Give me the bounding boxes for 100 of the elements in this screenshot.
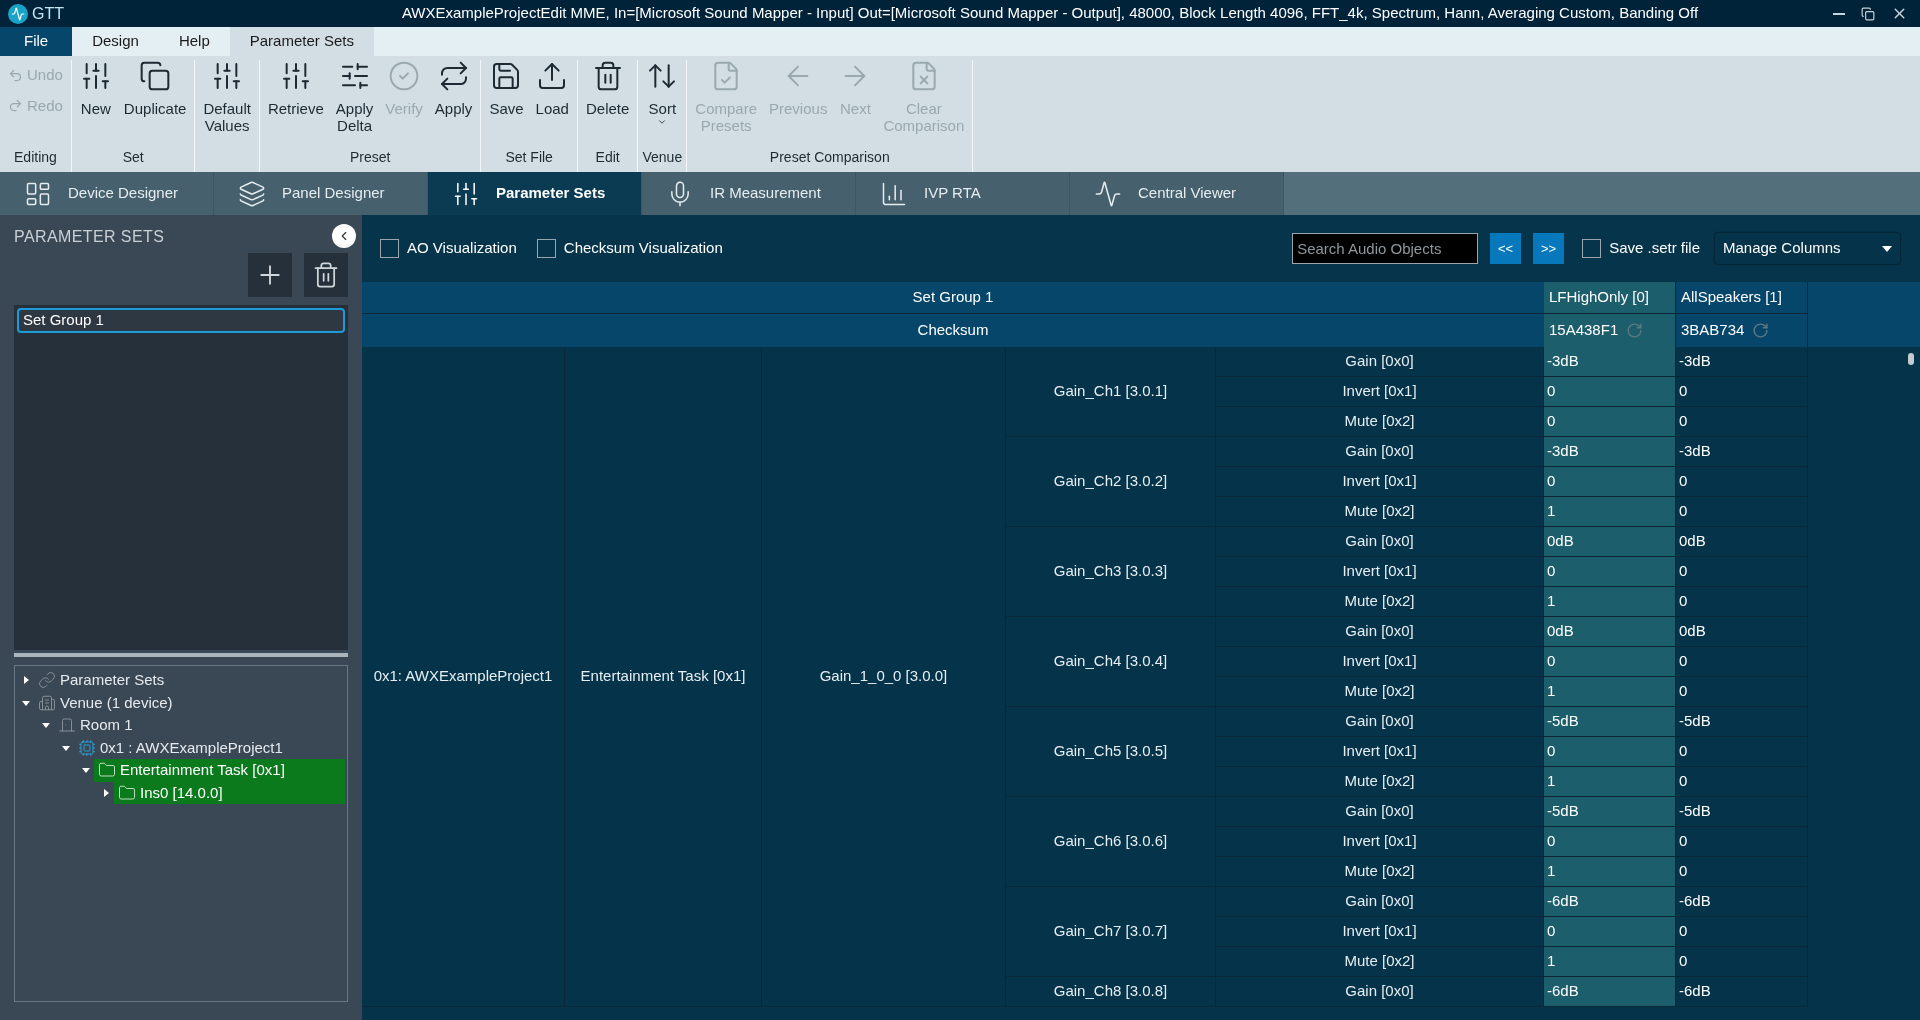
module-tab[interactable]: Panel Designer (214, 172, 428, 215)
table-cell[interactable]: -3dB (1547, 350, 1579, 373)
checkbox[interactable] (380, 239, 399, 258)
menu-tab[interactable]: File (0, 27, 73, 56)
columns-dropdown[interactable]: Manage Columns (1715, 233, 1900, 264)
table-cell[interactable]: 1 (1547, 680, 1556, 703)
table-cell[interactable]: 0 (1679, 860, 1688, 883)
module-tab[interactable]: IR Measurement (642, 172, 856, 215)
nav-button[interactable]: >> (1533, 233, 1565, 264)
tree-item[interactable]: Parameter Sets (34, 669, 345, 692)
table-cell[interactable]: 1 (1547, 590, 1556, 613)
nav-button[interactable]: << (1490, 233, 1522, 264)
table-cell[interactable]: 0 (1547, 380, 1556, 403)
checkbox[interactable] (1582, 239, 1602, 258)
restore-icon (1861, 6, 1875, 21)
table-cell[interactable]: -6dB (1547, 980, 1579, 1003)
layers-icon (238, 179, 266, 208)
table-cell[interactable]: 0 (1679, 500, 1688, 523)
add-button[interactable] (248, 253, 292, 297)
table-cell[interactable]: 0 (1679, 410, 1688, 433)
table-cell[interactable]: 0 (1679, 590, 1688, 613)
table-cell[interactable]: 0 (1547, 740, 1556, 763)
table-cell-text: Mute [0x2] (1344, 951, 1415, 972)
menu-tab[interactable]: Help (158, 27, 230, 56)
table-cell[interactable]: 0 (1547, 650, 1556, 673)
module-tab[interactable]: IVP RTA (856, 172, 1070, 215)
ribbon-group-label: Editing (13, 148, 58, 167)
column-header[interactable]: AllSpeakers [1] (1676, 282, 1808, 314)
table-cell[interactable]: 0 (1679, 380, 1688, 403)
table-cell[interactable]: -5dB (1547, 800, 1579, 823)
table-cell[interactable]: 0 (1679, 560, 1688, 583)
table-cell[interactable]: 0dB (1547, 530, 1574, 553)
table-cell[interactable]: -5dB (1679, 800, 1711, 823)
delete-button[interactable] (304, 253, 348, 297)
table-cell[interactable]: -6dB (1679, 890, 1711, 913)
table-cell[interactable]: 0dB (1547, 620, 1574, 643)
table-cell[interactable]: 0 (1679, 470, 1688, 493)
app-name: GTT (32, 3, 64, 24)
app-logo-icon (8, 3, 28, 24)
table-cell[interactable]: 0 (1679, 770, 1688, 793)
table-cell[interactable]: 0 (1679, 950, 1688, 973)
table-cell[interactable]: 0 (1547, 470, 1556, 493)
ribbon-button[interactable]: Duplicate (119, 60, 191, 147)
table-cell[interactable]: 1 (1547, 500, 1556, 523)
table-cell[interactable]: -3dB (1679, 440, 1711, 463)
tree-item[interactable]: 0x1 : AWXExampleProject1 (74, 736, 345, 759)
table-cell[interactable]: 0dB (1679, 530, 1706, 553)
undo-icon (8, 67, 23, 83)
module-tab[interactable]: Parameter Sets (428, 172, 642, 215)
table-cell[interactable]: -3dB (1679, 350, 1711, 373)
table-cell[interactable]: 0dB (1679, 620, 1706, 643)
table-cell[interactable]: 0 (1679, 680, 1688, 703)
table-cell[interactable]: 0 (1547, 920, 1556, 943)
table-cell[interactable]: 0 (1679, 650, 1688, 673)
ribbon-button[interactable]: Load (531, 60, 573, 147)
refresh-icon (1626, 322, 1644, 339)
ribbon-button[interactable]: Save (485, 60, 528, 147)
column-header[interactable]: LFHighOnly [0] (1544, 282, 1676, 314)
ribbon-button[interactable]: Sort (642, 60, 683, 147)
table-cell[interactable]: 0 (1547, 830, 1556, 853)
table-cell[interactable]: -6dB (1547, 890, 1579, 913)
menu-tab[interactable]: Design (72, 27, 159, 56)
ribbon-group-label: Set File (504, 148, 554, 167)
table-cell-text: Gain_Ch4 [3.0.4] (1053, 651, 1168, 672)
table-cell-text: Gain [0x0] (1345, 621, 1414, 642)
table-cell[interactable]: 0 (1679, 920, 1688, 943)
ribbon-button[interactable]: Apply (430, 60, 477, 147)
scrollbar-thumb[interactable] (1908, 353, 1914, 365)
module-tab[interactable]: Central Viewer (1070, 172, 1284, 215)
ribbon-button[interactable]: Retrieve (263, 60, 328, 147)
restore-button[interactable] (1861, 6, 1875, 21)
table-cell[interactable]: -5dB (1679, 710, 1711, 733)
ribbon-button[interactable]: Default Values (199, 60, 255, 150)
menu-tab[interactable]: Parameter Sets (229, 27, 374, 56)
table-cell[interactable]: 1 (1547, 770, 1556, 793)
table-cell-text: Gain [0x0] (1345, 891, 1414, 912)
table-cell-text: Gain [0x0] (1345, 711, 1414, 732)
ribbon-button[interactable]: Apply Delta (331, 60, 378, 147)
table-cell[interactable]: -5dB (1547, 710, 1579, 733)
collapse-panel-button[interactable] (332, 224, 356, 248)
table-cell[interactable]: 0 (1679, 830, 1688, 853)
search-field[interactable]: Search Audio Objects (1292, 233, 1479, 264)
table-cell[interactable]: 1 (1547, 860, 1556, 883)
tree-item[interactable]: Room 1 (54, 714, 345, 737)
checkbox[interactable] (536, 239, 556, 258)
tree-item[interactable]: Venue (1 device) (34, 691, 345, 714)
table-cell[interactable]: -3dB (1547, 440, 1579, 463)
table-cell[interactable]: -6dB (1679, 980, 1711, 1003)
set-group-item[interactable]: Set Group 1 (17, 308, 345, 333)
module-tab[interactable]: Device Designer (0, 172, 214, 215)
refresh-icon (1752, 322, 1770, 339)
tree-item[interactable]: Entertainment Task [0x1] (94, 759, 345, 782)
tree-item[interactable]: Ins0 [14.0.0] (114, 781, 345, 804)
table-cell[interactable]: 0 (1547, 410, 1556, 433)
table-cell[interactable]: 0 (1547, 560, 1556, 583)
table-cell[interactable]: 0 (1679, 740, 1688, 763)
ribbon-button[interactable]: Delete (581, 60, 634, 147)
ribbon-button[interactable]: New (75, 60, 116, 147)
minimize-button[interactable] (1833, 12, 1845, 15)
table-cell[interactable]: 1 (1547, 950, 1556, 973)
